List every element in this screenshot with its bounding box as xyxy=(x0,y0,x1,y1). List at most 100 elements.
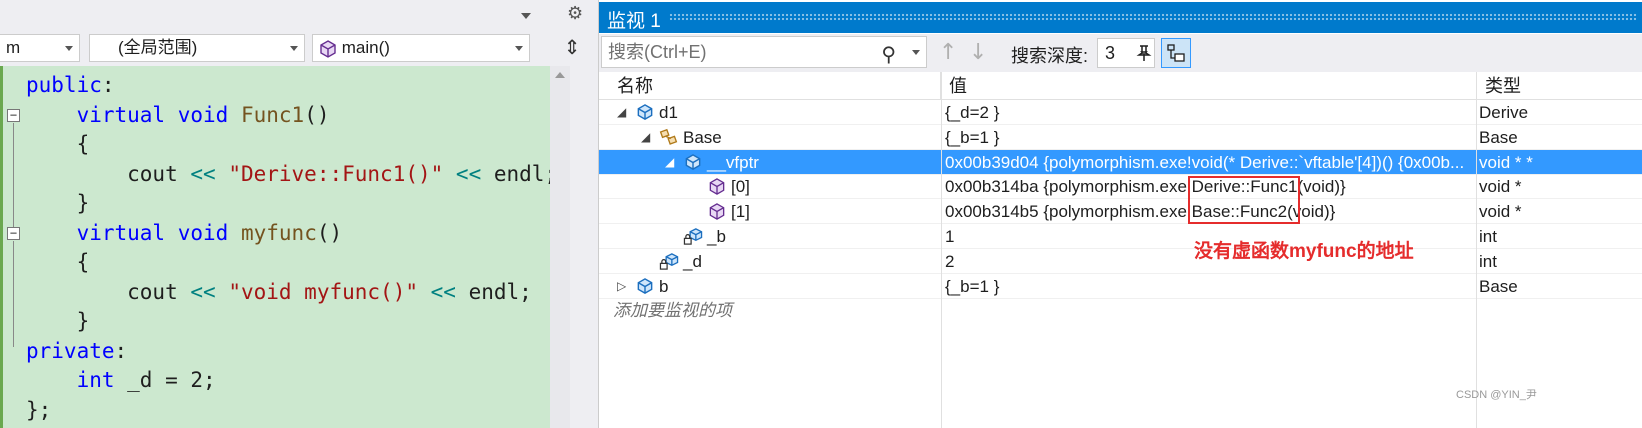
watch-row[interactable]: [0] 0x00b314ba {polymorphism.exe!Derive::… xyxy=(599,174,1642,200)
code-line[interactable]: int _d = 2; xyxy=(26,365,216,395)
outline-guide xyxy=(13,240,14,347)
code-line[interactable]: }; xyxy=(26,395,51,425)
search-input[interactable]: 搜索(Ctrl+E) ⚲ xyxy=(601,36,927,68)
code-text-area[interactable]: public: virtual void Func1() { cout << "… xyxy=(0,66,550,428)
search-next-icon[interactable]: ↓ xyxy=(969,40,987,65)
watch-row-name-cell[interactable]: ◢ __vfptr xyxy=(599,150,941,175)
watch-row[interactable]: _b 1 int xyxy=(599,224,1642,249)
pin-icon[interactable] xyxy=(1129,38,1159,68)
column-header-name[interactable]: 名称 xyxy=(599,72,941,100)
code-token: virtual xyxy=(76,102,166,127)
code-line[interactable]: virtual void Func1() xyxy=(26,100,330,130)
watch-row-name-cell[interactable]: ◢ Base xyxy=(599,125,941,150)
column-divider[interactable] xyxy=(941,72,942,428)
editor-navigation-bar: m (全局范围) main() ⇕ xyxy=(0,34,598,64)
code-line[interactable]: private: xyxy=(26,336,127,366)
code-token: }; xyxy=(26,397,52,422)
gear-icon[interactable]: ⚙ xyxy=(567,3,583,24)
split-window-button[interactable]: ⇕ xyxy=(560,36,584,60)
hierarchy-view-icon[interactable] xyxy=(1161,38,1191,68)
add-watch-item[interactable]: 添加要监视的项 xyxy=(599,298,1642,323)
watch-row-type: int xyxy=(1479,251,1497,271)
watch-row[interactable]: ◢ Base {_b=1 } Base xyxy=(599,125,1642,150)
watch-row-name-cell[interactable]: [0] xyxy=(599,174,941,199)
watch-row-name-cell[interactable]: _d xyxy=(599,249,941,274)
search-icon[interactable]: ⚲ xyxy=(881,39,896,69)
code-token: private xyxy=(26,338,115,363)
watch-row-value[interactable]: {_d=2 } xyxy=(943,100,1473,125)
code-token: _d = 2; xyxy=(114,368,216,392)
watch-row[interactable]: ▷ b {_b=1 } Base xyxy=(599,274,1642,299)
watch-row-type: Derive xyxy=(1479,103,1529,122)
code-token: << xyxy=(455,161,482,186)
member-combo[interactable]: main() xyxy=(312,34,530,62)
watch-title-bar[interactable]: 监视 1 xyxy=(599,2,1642,33)
watch-row-name-cell[interactable]: ◢ d1 xyxy=(599,100,941,125)
watch-row-value[interactable]: 0x00b39d04 {polymorphism.exe!void(* Deri… xyxy=(943,150,1473,175)
watch-row[interactable]: _d 2 int xyxy=(599,249,1642,274)
collapse-toggle-icon[interactable]: − xyxy=(7,108,20,122)
code-token: () xyxy=(316,220,343,245)
watch-row-name: __vfptr xyxy=(707,152,759,172)
change-tracking-bar xyxy=(0,66,3,428)
code-token: "void myfunc()" xyxy=(228,279,418,304)
code-line[interactable]: } xyxy=(26,188,90,218)
code-line[interactable]: virtual void myfunc() xyxy=(26,218,343,248)
code-line[interactable]: } xyxy=(26,306,90,336)
annotation-highlight-box xyxy=(1188,176,1300,224)
search-depth-value: 3 xyxy=(1105,43,1116,63)
watch-row-name: [1] xyxy=(731,202,750,222)
code-line[interactable]: cout << "void myfunc()" << endl; xyxy=(26,277,532,307)
column-header-type[interactable]: 类型 xyxy=(1477,72,1642,100)
watch-row-name-cell[interactable]: [1] xyxy=(599,199,941,224)
watch-row[interactable]: [1] 0x00b314b5 {polymorphism.exe!Base::Fu… xyxy=(599,199,1642,225)
watch-row-type: void * xyxy=(1479,202,1522,222)
code-editor-pane: ⚙ m (全局范围) main() ⇕ public: virtual void… xyxy=(0,0,598,428)
code-token: { xyxy=(26,132,90,156)
scroll-up-icon[interactable] xyxy=(555,72,565,78)
watch-row-value[interactable]: {_b=1 } xyxy=(943,274,1473,299)
collapse-arrow-icon[interactable]: ◢ xyxy=(641,125,650,150)
chevron-down-icon[interactable] xyxy=(912,50,920,55)
annotation-note: 没有虚函数myfunc的地址 xyxy=(1194,241,1414,262)
editor-tab-strip: ⚙ xyxy=(0,0,598,32)
private-field-icon xyxy=(659,252,679,270)
column-divider[interactable] xyxy=(1476,72,1477,428)
project-combo[interactable]: m xyxy=(0,34,80,62)
collapse-toggle-icon[interactable]: − xyxy=(7,226,20,240)
method-icon xyxy=(709,203,725,221)
watch-row[interactable]: ◢ d1 {_d=2 } Derive xyxy=(599,100,1642,125)
code-line[interactable]: { xyxy=(26,247,90,277)
search-previous-icon[interactable]: ↑ xyxy=(939,40,957,65)
watch-toolbar: 搜索(Ctrl+E) ⚲ ↑ ↓ 搜索深度: 3 xyxy=(599,34,1642,72)
collapse-arrow-icon[interactable]: ◢ xyxy=(617,100,626,125)
watch-row-type: void * xyxy=(1479,177,1522,197)
watch-row-name: _b xyxy=(707,227,726,246)
code-line[interactable]: public: xyxy=(26,70,115,100)
chevron-down-icon xyxy=(65,46,73,51)
watch-row[interactable]: ◢ __vfptr 0x00b39d04 {polymorphism.exe!voi… xyxy=(599,149,1642,175)
code-token: int xyxy=(76,368,115,392)
watch-row-name-cell[interactable]: ▷ b xyxy=(599,274,941,299)
collapse-arrow-icon[interactable]: ◢ xyxy=(665,150,674,175)
code-line[interactable]: { xyxy=(26,129,90,159)
column-header-value[interactable]: 值 xyxy=(941,72,1477,100)
tab-list-dropdown-icon[interactable] xyxy=(521,13,531,19)
code-line[interactable]: cout << "Derive::Func1()" << endl; xyxy=(26,159,550,189)
code-token: endl; xyxy=(481,161,550,186)
watch-row-name-cell[interactable]: _b xyxy=(599,224,941,249)
scope-combo[interactable]: (全局范围) xyxy=(89,34,305,62)
code-token: "Derive::Func1()" xyxy=(228,161,444,186)
expand-arrow-icon[interactable]: ▷ xyxy=(617,274,626,299)
watch-row-type: void * * xyxy=(1479,152,1533,172)
editor-vertical-scrollbar[interactable] xyxy=(550,66,570,428)
watch-row-value[interactable]: {_b=1 } xyxy=(943,125,1473,150)
code-token: public xyxy=(26,73,102,97)
